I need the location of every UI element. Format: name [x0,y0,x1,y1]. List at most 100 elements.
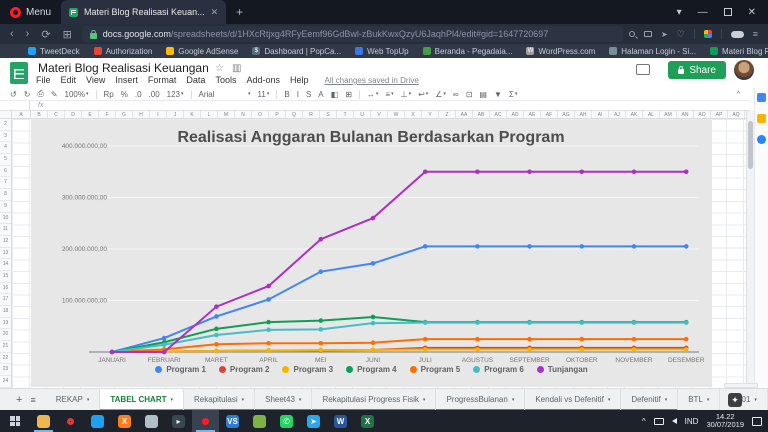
send-to-device-icon[interactable]: ➤ [661,30,668,39]
whatsapp-icon[interactable]: ✆ [273,410,300,432]
row-header[interactable]: 20 [0,329,11,341]
row-header[interactable]: 11 [0,224,11,236]
row-header[interactable]: 2 [0,119,11,131]
bookmark-heart-icon[interactable]: ♡ [677,29,685,40]
legend-item[interactable]: Program 4 [346,365,397,374]
share-button[interactable]: Share [668,61,726,79]
column-header[interactable]: AI [592,111,609,118]
bookmark-item[interactable]: Halaman Login - Si... [609,47,696,56]
insert-chart-icon[interactable]: ▤ [479,90,487,99]
row-header[interactable]: 23 [0,364,11,376]
legend-item[interactable]: Program 3 [282,365,333,374]
all-sheets-button[interactable]: ≡ [30,395,35,405]
insert-link-icon[interactable]: ∞ [453,90,459,99]
menu-item-format[interactable]: Format [148,75,177,85]
legend-item[interactable]: Program 2 [219,365,270,374]
bookmark-item[interactable]: $Dashboard | PopCa... [252,47,341,56]
sheet-tab-rekapitulasi-progress-fisik[interactable]: Rekapitulasi Progress Fisik▾ [312,389,436,411]
vertical-scrollbar[interactable] [746,111,754,388]
sheet-tab-btl[interactable]: BTL▾ [678,389,720,411]
row-header[interactable]: 9 [0,201,11,213]
column-header[interactable]: T [337,111,354,118]
zoom-select[interactable]: 100%▾ [65,90,89,99]
row-header[interactable]: 15 [0,271,11,283]
sheet-tab-progressbulanan[interactable]: ProgressBulanan▾ [436,389,525,411]
column-headers[interactable]: A BCDEFGHIJKLMNOPQRSTUVWXYZAAABACADAEAFA… [0,111,746,119]
column-header[interactable]: G [116,111,133,118]
opera-icon[interactable] [192,410,219,432]
tasks-icon[interactable] [757,135,766,144]
vpn-badge[interactable] [731,31,744,38]
scrollbar-thumb[interactable] [748,121,753,169]
sheet-tab-rekapitulasi[interactable]: Rekapitulasi▾ [184,389,255,411]
borders-icon[interactable]: ⊞ [345,90,352,99]
saved-status[interactable]: All changes saved in Drive [325,76,419,85]
legend-item[interactable]: Program 1 [155,365,206,374]
speed-dial-icon[interactable]: ⊞ [63,28,72,41]
format-percent-icon[interactable]: % [121,90,128,99]
sheet-tab-menu-icon[interactable]: ▾ [608,397,611,403]
sheet-tab-menu-icon[interactable]: ▾ [242,397,245,403]
row-header[interactable]: 4 [0,142,11,154]
row-header[interactable]: 24 [0,376,11,388]
font-size-select[interactable]: 11▾ [258,90,270,99]
column-header[interactable]: Q [286,111,303,118]
url-field[interactable]: docs.google.com/spreadsheets/d/1HXcRtjxg… [82,26,623,42]
row-header[interactable]: 13 [0,248,11,260]
calendar-icon[interactable] [757,93,766,102]
row-header[interactable]: 14 [0,259,11,271]
sheet-tab-menu-icon[interactable]: ▾ [707,397,710,403]
column-header[interactable]: R [303,111,320,118]
snapshot-icon[interactable] [644,31,652,37]
excel-icon[interactable]: X [354,410,381,432]
menu-item-tools[interactable]: Tools [215,75,236,85]
avatar[interactable] [734,60,754,80]
legend-item[interactable]: Program 5 [410,365,461,374]
row-header[interactable]: 19 [0,318,11,330]
language-indicator[interactable]: IND [685,417,699,426]
filter-icon[interactable]: ▼ [494,90,502,99]
row-header[interactable]: 22 [0,353,11,365]
column-header[interactable]: AL [643,111,660,118]
merge-cells-icon[interactable]: ↔▾ [367,90,379,99]
browser-tab[interactable]: Materi Blog Realisasi Keuan... ✕ [61,0,226,24]
more-formats-icon[interactable]: 123▾ [167,90,184,99]
increase-decimal-icon[interactable]: .00 [149,90,160,99]
maximize-button[interactable] [724,8,732,16]
monitor-icon[interactable] [654,418,664,425]
menu-item-insert[interactable]: Insert [115,75,138,85]
new-tab-button[interactable]: + [236,5,243,19]
opera-menu-button[interactable]: Menu [0,0,61,24]
bookmark-item[interactable]: Web TopUp [355,47,409,56]
file-explorer-icon[interactable] [30,410,57,432]
taskbar-clock[interactable]: 14.22 30/07/2019 [706,413,744,430]
tab-close-icon[interactable]: ✕ [211,7,219,18]
column-header[interactable]: K [184,111,201,118]
menu-item-data[interactable]: Data [186,75,205,85]
column-header[interactable]: AP [711,111,728,118]
column-header[interactable]: L [201,111,218,118]
bold-icon[interactable]: B [284,90,289,99]
star-icon[interactable]: ☆ [215,63,224,74]
sheet-tab-menu-icon[interactable]: ▾ [299,397,302,403]
column-header[interactable]: C [48,111,65,118]
word-icon[interactable]: W [327,410,354,432]
column-header[interactable]: AF [541,111,558,118]
insert-comment-icon[interactable]: ⊡ [466,90,473,99]
column-header[interactable]: AQ [728,111,745,118]
select-all-corner[interactable] [0,111,12,118]
sheet-tab-menu-icon[interactable]: ▾ [754,397,757,403]
column-header[interactable]: U [354,111,371,118]
column-header[interactable]: F [99,111,116,118]
legend-item[interactable]: Program 6 [473,365,524,374]
horizontal-align-icon[interactable]: ≡▾ [385,90,393,99]
close-button[interactable]: ✕ [748,7,756,18]
sheet-tab-defenitif[interactable]: Defenitif▾ [621,389,678,411]
tray-chevron-icon[interactable]: ^ [642,417,646,426]
comments-button[interactable] [636,64,650,75]
column-header[interactable]: J [167,111,184,118]
sheet-tab-kendali-vs-defenitif[interactable]: Kendali vs Defenitif▾ [525,389,621,411]
idm-icon[interactable] [246,410,273,432]
column-header[interactable]: M [218,111,235,118]
paint-format-icon[interactable]: ✎ [51,90,58,99]
